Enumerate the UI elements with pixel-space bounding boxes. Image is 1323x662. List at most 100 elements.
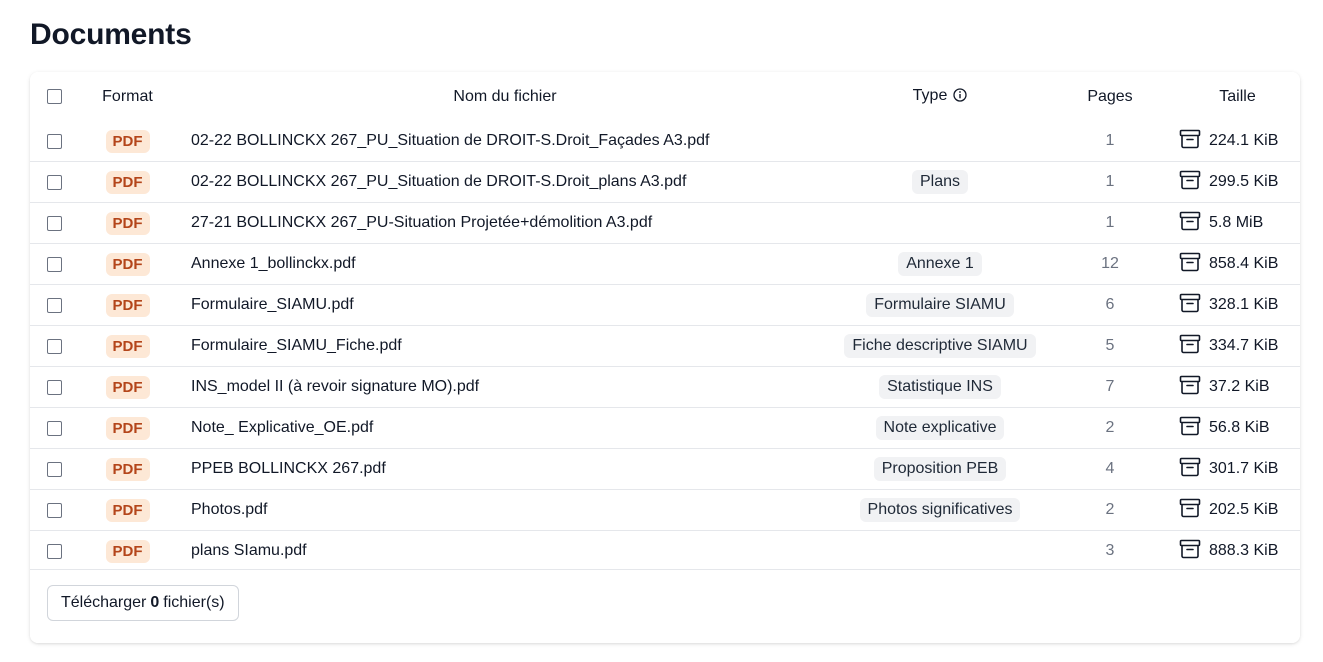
archive-box-icon[interactable] [1179,129,1209,154]
format-badge: PDF [105,498,150,522]
table-row[interactable]: PDF PPEB BOLLINCKX 267.pdf Proposition P… [30,448,1300,490]
row-select-cell [30,448,80,490]
type-cell: Fiche descriptive SIAMU [835,325,1045,367]
type-cell [835,202,1045,244]
format-badge: PDF [105,375,150,399]
size-cell: 888.3 KiB [1175,530,1300,571]
table-row[interactable]: PDF 02-22 BOLLINCKX 267_PU_Situation de … [30,161,1300,203]
format-badge: PDF [105,252,150,276]
file-size: 328.1 KiB [1209,296,1279,313]
select-all-checkbox[interactable] [47,89,62,104]
header-size[interactable]: Taille [1175,72,1300,121]
type-badge: Plans [911,170,969,194]
format-badge: PDF [105,334,150,358]
type-badge: Formulaire SIAMU [866,293,1014,317]
info-circle-icon[interactable] [953,87,967,107]
file-name[interactable]: Annexe 1_bollinckx.pdf [175,243,835,285]
file-size: 37.2 KiB [1209,378,1270,395]
table-row[interactable]: PDF 02-22 BOLLINCKX 267_PU_Situation de … [30,121,1300,162]
type-badge: Annexe 1 [898,252,982,276]
type-badge: Note explicative [875,416,1005,440]
size-cell: 202.5 KiB [1175,489,1300,531]
header-type[interactable]: Type [835,72,1045,121]
row-checkbox[interactable] [47,297,62,313]
format-cell: PDF [80,366,175,408]
type-cell: Statistique INS [835,366,1045,408]
type-cell [835,530,1045,571]
row-checkbox[interactable] [47,133,62,149]
table-row[interactable]: PDF Formulaire_SIAMU_Fiche.pdf Fiche des… [30,325,1300,367]
row-checkbox[interactable] [47,256,62,272]
download-suffix: fichier(s) [163,594,225,611]
format-cell: PDF [80,243,175,285]
row-checkbox[interactable] [47,543,62,559]
table-row[interactable]: PDF 27-21 BOLLINCKX 267_PU-Situation Pro… [30,202,1300,244]
file-name[interactable]: Photos.pdf [175,489,835,531]
format-cell: PDF [80,530,175,571]
file-name[interactable]: Formulaire_SIAMU_Fiche.pdf [175,325,835,367]
file-name[interactable]: 02-22 BOLLINCKX 267_PU_Situation de DROI… [175,121,835,162]
archive-box-icon[interactable] [1179,211,1209,236]
header-pages[interactable]: Pages [1045,72,1175,121]
type-cell: Plans [835,161,1045,203]
row-checkbox[interactable] [47,338,62,354]
archive-box-icon[interactable] [1179,539,1209,564]
row-select-cell [30,161,80,203]
header-type-label: Type [912,86,948,104]
file-name[interactable]: 27-21 BOLLINCKX 267_PU-Situation Projeté… [175,202,835,244]
documents-card: Format Nom du fichier Type Pages Taille … [30,72,1300,643]
format-cell: PDF [80,202,175,244]
archive-box-icon[interactable] [1179,457,1209,482]
header-format[interactable]: Format [80,72,175,121]
table-footer: Télécharger 0 fichier(s) [30,569,1300,643]
size-cell: 334.7 KiB [1175,325,1300,367]
archive-box-icon[interactable] [1179,252,1209,277]
page-count: 1 [1105,132,1115,149]
header-name[interactable]: Nom du fichier [175,72,835,121]
format-badge: PDF [105,129,150,153]
file-name[interactable]: Note_ Explicative_OE.pdf [175,407,835,449]
format-cell: PDF [80,448,175,490]
table-row[interactable]: PDF plans SIamu.pdf 3 888.3 KiB [30,530,1300,571]
table-row[interactable]: PDF Formulaire_SIAMU.pdf Formulaire SIAM… [30,284,1300,326]
file-name[interactable]: 02-22 BOLLINCKX 267_PU_Situation de DROI… [175,161,835,203]
row-checkbox[interactable] [47,174,62,190]
type-badge: Statistique INS [879,375,1001,399]
page-count: 3 [1045,530,1175,571]
row-checkbox[interactable] [47,379,62,395]
archive-box-icon[interactable] [1179,498,1209,523]
file-name[interactable]: plans SIamu.pdf [175,530,835,571]
file-name[interactable]: PPEB BOLLINCKX 267.pdf [175,448,835,490]
archive-box-icon[interactable] [1179,334,1209,359]
type-cell: Photos significatives [835,489,1045,531]
archive-box-icon[interactable] [1179,416,1209,441]
table-row[interactable]: PDF Annexe 1_bollinckx.pdf Annexe 1 12 8… [30,243,1300,285]
format-cell: PDF [80,325,175,367]
row-select-cell [30,325,80,367]
archive-box-icon[interactable] [1179,170,1209,195]
archive-box-icon[interactable] [1179,293,1209,318]
archive-box-icon[interactable] [1179,375,1209,400]
table-row[interactable]: PDF Photos.pdf Photos significatives 2 2… [30,489,1300,531]
row-select-cell [30,489,80,531]
format-badge: PDF [105,170,150,194]
type-cell: Formulaire SIAMU [835,284,1045,326]
page-count: 7 [1045,366,1175,408]
size-cell: 5.8 MiB [1175,202,1300,244]
row-select-cell [30,284,80,326]
size-cell: 56.8 KiB [1175,407,1300,449]
row-checkbox[interactable] [47,215,62,231]
row-checkbox[interactable] [47,420,62,436]
documents-table: Format Nom du fichier Type Pages Taille … [30,72,1300,571]
file-name[interactable]: INS_model II (à revoir signature MO).pdf [175,366,835,408]
page-title: Documents [30,18,192,51]
type-cell: Proposition PEB [835,448,1045,490]
file-name[interactable]: Formulaire_SIAMU.pdf [175,284,835,326]
table-row[interactable]: PDF Note_ Explicative_OE.pdf Note explic… [30,407,1300,449]
row-checkbox[interactable] [47,461,62,477]
download-button[interactable]: Télécharger 0 fichier(s) [47,585,239,621]
format-badge: PDF [105,539,150,563]
table-row[interactable]: PDF INS_model II (à revoir signature MO)… [30,366,1300,408]
file-size: 858.4 KiB [1209,255,1279,272]
row-checkbox[interactable] [47,502,62,518]
